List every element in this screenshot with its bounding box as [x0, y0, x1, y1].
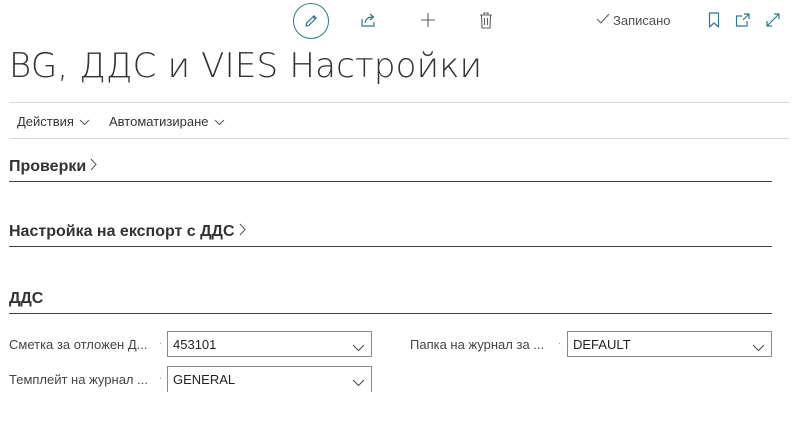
bookmark-button[interactable] [706, 11, 722, 29]
edit-button[interactable] [293, 3, 329, 39]
plus-icon [419, 11, 437, 29]
journal-batch-value: DEFAULT [573, 336, 631, 352]
section-vat-title: ДДС [9, 290, 44, 307]
journal-template-field[interactable]: GENERAL [167, 366, 372, 392]
journal-batch-field[interactable]: DEFAULT [567, 331, 772, 357]
automation-menu[interactable]: Автоматизиране [109, 103, 225, 139]
chevron-down-icon [209, 114, 225, 129]
page-title: BG, ДДС и VIES Настройки [9, 46, 483, 86]
journal-batch-label: Папка на журнал за ... [410, 337, 545, 352]
section-vat-export-header[interactable]: Настройка на експорт с ДДС [9, 223, 772, 241]
chevron-down-icon[interactable] [352, 375, 365, 390]
section-checks-header[interactable]: Проверки [9, 158, 772, 176]
actions-menu-label: Действия [17, 113, 74, 129]
chevron-down-icon[interactable] [752, 340, 765, 355]
expand-icon [765, 12, 781, 28]
deferred-account-label: Сметка за отложен Д... [9, 337, 148, 352]
share-button[interactable] [359, 10, 379, 30]
bookmark-icon [708, 12, 720, 28]
section-vat-export-title: Настройка на експорт с ДДС [9, 223, 235, 240]
label-separator: · [159, 374, 163, 385]
trash-icon [479, 11, 493, 29]
section-vat: ДДС [9, 290, 772, 314]
top-toolbar: Записано [0, 0, 792, 42]
actions-menu[interactable]: Действия [17, 103, 90, 139]
popout-icon [735, 12, 751, 28]
check-icon [596, 13, 613, 28]
expand-button[interactable] [764, 11, 782, 29]
saved-label: Записано [613, 13, 671, 28]
deferred-account-value: 453101 [173, 336, 217, 352]
section-vat-header[interactable]: ДДС [9, 290, 772, 308]
section-checks: Проверки [9, 158, 772, 182]
chevron-right-icon [86, 158, 97, 176]
deferred-account-field[interactable]: 453101 [167, 331, 372, 357]
share-icon [360, 12, 378, 28]
open-new-window-button[interactable] [734, 11, 752, 29]
new-button[interactable] [418, 10, 438, 30]
chevron-down-icon [74, 114, 90, 129]
section-vat-export: Настройка на експорт с ДДС [9, 223, 772, 247]
saved-status: Записано [596, 13, 671, 28]
chevron-right-icon [235, 223, 246, 241]
label-separator: · [159, 339, 163, 350]
action-bar: Действия Автоматизиране [9, 102, 789, 139]
journal-template-label: Темплейт на журнал ... [9, 372, 148, 387]
automation-menu-label: Автоматизиране [109, 113, 209, 129]
chevron-down-icon[interactable] [352, 340, 365, 355]
delete-button[interactable] [477, 10, 495, 30]
pencil-icon [303, 13, 319, 29]
journal-template-value: GENERAL [173, 372, 236, 387]
label-separator: · [558, 339, 562, 350]
section-checks-title: Проверки [9, 158, 87, 175]
